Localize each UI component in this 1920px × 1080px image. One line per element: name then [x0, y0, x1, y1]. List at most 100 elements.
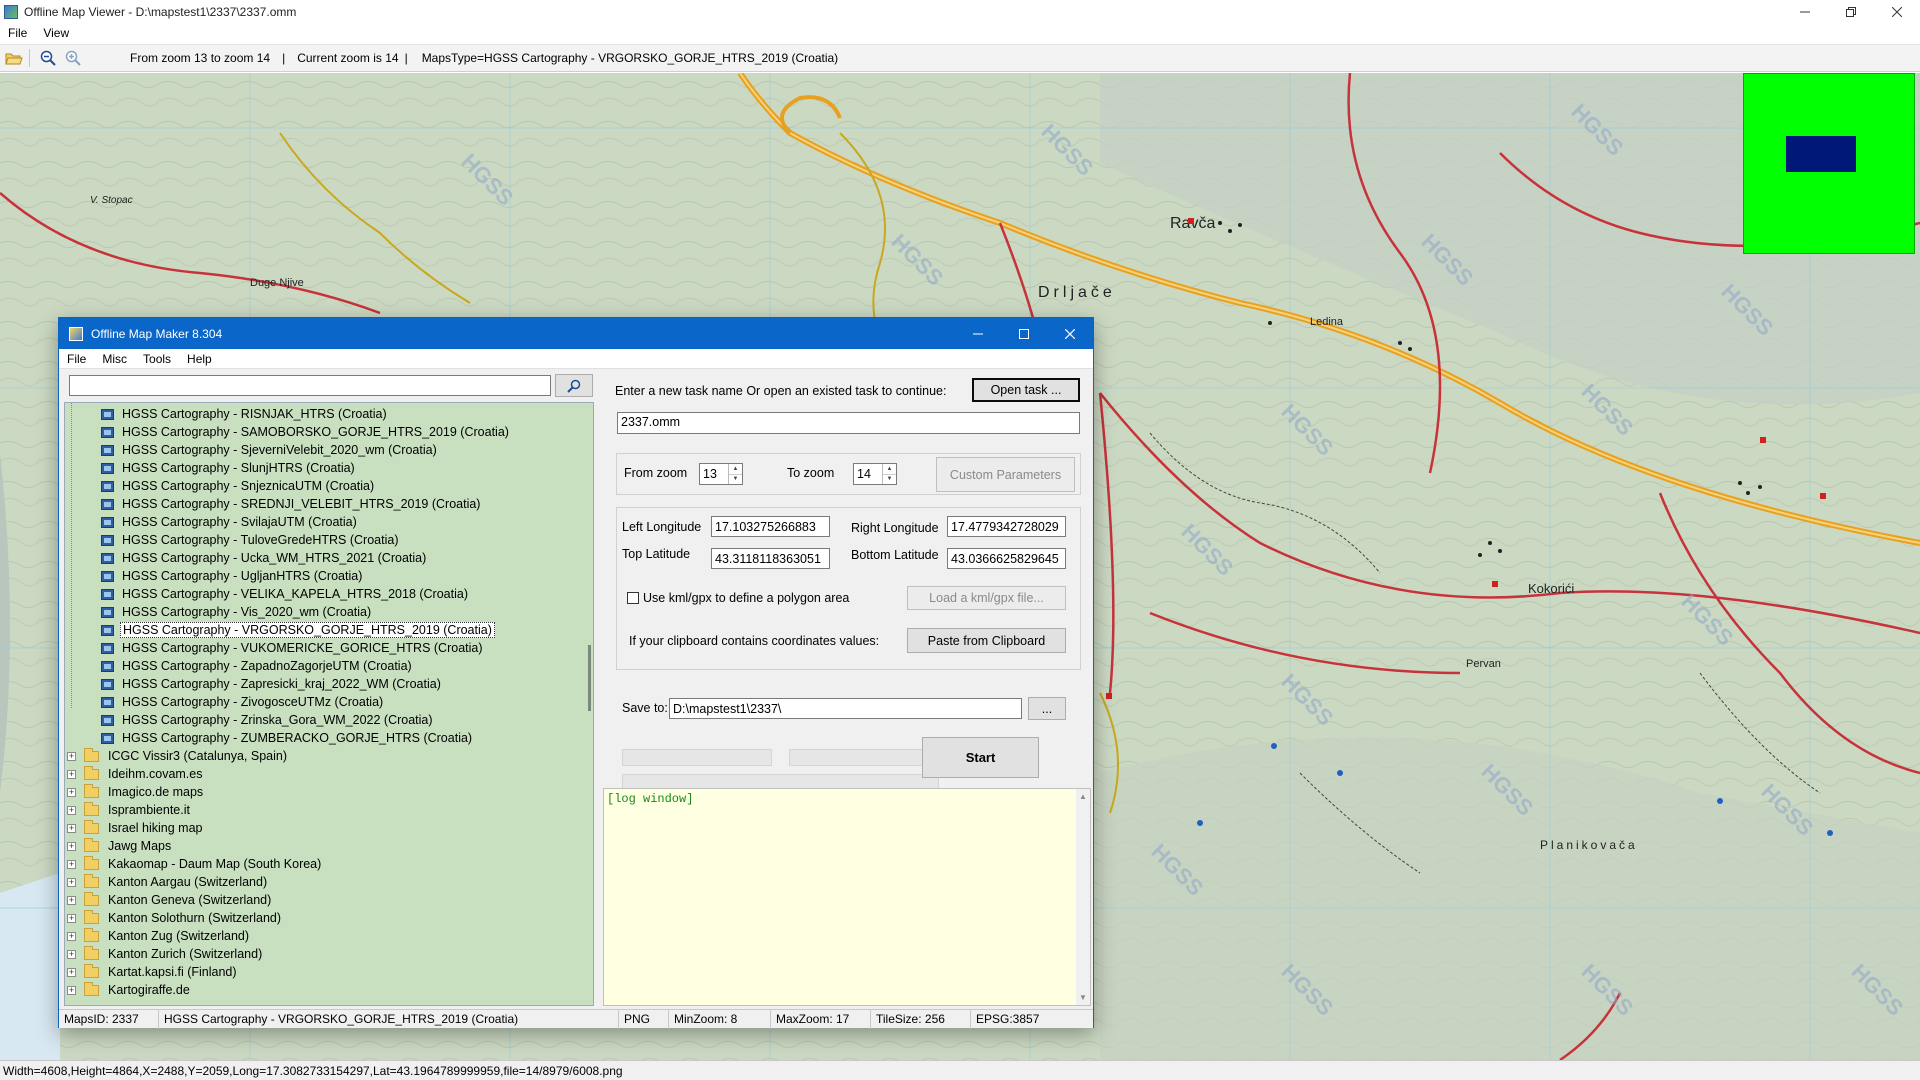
from-zoom-value[interactable]: 13 — [700, 464, 728, 484]
map-layer-icon — [101, 678, 114, 690]
menu-help[interactable]: Help — [179, 352, 220, 366]
expand-icon[interactable]: + — [67, 913, 76, 923]
to-zoom-stepper[interactable]: 14 ▲ ▼ — [853, 463, 897, 485]
menu-file[interactable]: File — [0, 26, 35, 40]
tree-item-map[interactable]: HGSS Cartography - VRGORSKO_GORJE_HTRS_2… — [101, 621, 495, 639]
tree-scrollbar[interactable] — [581, 403, 593, 1005]
spin-up-icon[interactable]: ▲ — [883, 464, 896, 474]
minimap-viewport[interactable] — [1786, 136, 1856, 172]
tree-item-map[interactable]: HGSS Cartography - TuloveGredeHTRS (Croa… — [101, 531, 400, 549]
folder-open-icon[interactable] — [3, 47, 25, 69]
overview-minimap[interactable] — [1743, 73, 1915, 254]
tree-item-map[interactable]: HGSS Cartography - Zrinska_Gora_WM_2022 … — [101, 711, 435, 729]
expand-icon[interactable]: + — [67, 769, 76, 779]
scroll-up-icon[interactable]: ▲ — [1079, 792, 1087, 801]
from-zoom-stepper[interactable]: 13 ▲ ▼ — [699, 463, 743, 485]
search-input[interactable] — [69, 375, 551, 396]
tree-item-map[interactable]: HGSS Cartography - ZapadnoZagorjeUTM (Cr… — [101, 657, 414, 675]
map-source-tree[interactable]: HGSS Cartography - RISNJAK_HTRS (Croatia… — [64, 402, 594, 1006]
open-task-button[interactable]: Open task ... — [972, 378, 1080, 402]
tree-item-map[interactable]: HGSS Cartography - UgljanHTRS (Croatia) — [101, 567, 364, 585]
tree-item-map[interactable]: HGSS Cartography - SAMOBORSKO_GORJE_HTRS… — [101, 423, 511, 441]
menu-tools[interactable]: Tools — [135, 352, 179, 366]
expand-icon[interactable]: + — [67, 967, 76, 977]
tree-item-folder[interactable]: + Kakaomap - Daum Map (South Korea) — [67, 855, 323, 873]
tree-item-map[interactable]: HGSS Cartography - SnjeznicaUTM (Croatia… — [101, 477, 376, 495]
tree-item-map[interactable]: HGSS Cartography - ZUMBERACKO_GORJE_HTRS… — [101, 729, 474, 747]
left-longitude-input[interactable]: 17.103275266883 — [711, 516, 830, 537]
browse-button[interactable]: ... — [1028, 697, 1066, 720]
expand-icon[interactable]: + — [67, 985, 76, 995]
scroll-down-icon[interactable]: ▼ — [1079, 993, 1087, 1002]
tree-item-folder[interactable]: + Israel hiking map — [67, 819, 205, 837]
top-latitude-input[interactable]: 43.3118118363051 — [711, 548, 830, 569]
expand-icon[interactable]: + — [67, 877, 76, 887]
dialog-titlebar[interactable]: Offline Map Maker 8.304 — [59, 318, 1093, 349]
expand-icon[interactable]: + — [67, 823, 76, 833]
right-longitude-input[interactable]: 17.4779342728029 — [947, 516, 1066, 537]
tree-item-map[interactable]: HGSS Cartography - Vis_2020_wm (Croatia) — [101, 603, 373, 621]
tree-item-label: Kanton Zug (Switzerland) — [108, 929, 250, 943]
tree-item-folder[interactable]: + Ideihm.covam.es — [67, 765, 204, 783]
zoom-in-icon[interactable] — [62, 47, 84, 69]
expand-icon[interactable]: + — [67, 841, 76, 851]
minimize-icon[interactable] — [1782, 0, 1828, 23]
spin-up-icon[interactable]: ▲ — [729, 464, 742, 474]
close-icon[interactable] — [1047, 318, 1093, 349]
tree-item-folder[interactable]: + Jawg Maps — [67, 837, 173, 855]
expand-icon[interactable]: + — [67, 859, 76, 869]
folder-icon — [84, 945, 99, 960]
tree-item-map[interactable]: HGSS Cartography - Ucka_WM_HTRS_2021 (Cr… — [101, 549, 428, 567]
tree-item-map[interactable]: HGSS Cartography - Zapresicki_kraj_2022_… — [101, 675, 443, 693]
spin-down-icon[interactable]: ▼ — [883, 473, 896, 485]
tree-item-map[interactable]: HGSS Cartography - RISNJAK_HTRS (Croatia… — [101, 405, 389, 423]
expand-icon[interactable]: + — [67, 805, 76, 815]
bottom-latitude-input[interactable]: 43.0366625829645 — [947, 548, 1066, 569]
kml-polygon-checkbox[interactable] — [627, 592, 639, 604]
spin-down-icon[interactable]: ▼ — [729, 473, 742, 485]
tree-item-label: HGSS Cartography - Vis_2020_wm (Croatia) — [122, 605, 372, 619]
tree-item-folder[interactable]: + Kanton Solothurn (Switzerland) — [67, 909, 283, 927]
load-kml-button[interactable]: Load a kml/gpx file... — [907, 586, 1066, 610]
scrollbar-thumb[interactable] — [588, 645, 591, 711]
tree-item-folder[interactable]: + Kanton Geneva (Switzerland) — [67, 891, 273, 909]
save-path-input[interactable]: D:\mapstest1\2337\ — [669, 698, 1022, 719]
tree-item-map[interactable]: HGSS Cartography - VUKOMERICKE_GORICE_HT… — [101, 639, 485, 657]
tree-item-folder[interactable]: + Kartogiraffe.de — [67, 981, 192, 999]
tree-item-folder[interactable]: + Kartat.kapsi.fi (Finland) — [67, 963, 239, 981]
expand-icon[interactable]: + — [67, 895, 76, 905]
task-name-input[interactable]: 2337.omm — [617, 412, 1080, 434]
tree-item-folder[interactable]: + Kanton Zug (Switzerland) — [67, 927, 251, 945]
expand-icon[interactable]: + — [67, 787, 76, 797]
custom-parameters-button[interactable]: Custom Parameters — [936, 457, 1075, 492]
tree-item-map[interactable]: HGSS Cartography - SREDNJI_VELEBIT_HTRS_… — [101, 495, 482, 513]
start-button[interactable]: Start — [922, 737, 1039, 778]
tree-item-folder[interactable]: + ICGC Vissir3 (Catalunya, Spain) — [67, 747, 289, 765]
search-button[interactable] — [555, 374, 593, 397]
restore-icon[interactable] — [1828, 0, 1874, 23]
tree-item-folder[interactable]: + Kanton Aargau (Switzerland) — [67, 873, 269, 891]
menu-view[interactable]: View — [35, 26, 77, 40]
minimize-icon[interactable] — [955, 318, 1001, 349]
log-scrollbar[interactable]: ▲ ▼ — [1076, 789, 1090, 1005]
tree-item-folder[interactable]: + Kanton Zurich (Switzerland) — [67, 945, 264, 963]
log-window[interactable]: [log window] ▲ ▼ — [603, 788, 1091, 1006]
tree-item-map[interactable]: HGSS Cartography - SlunjHTRS (Croatia) — [101, 459, 357, 477]
left-longitude-label: Left Longitude — [622, 520, 702, 534]
tree-item-folder[interactable]: + Isprambiente.it — [67, 801, 192, 819]
maximize-icon[interactable] — [1001, 318, 1047, 349]
close-icon[interactable] — [1874, 0, 1920, 23]
to-zoom-value[interactable]: 14 — [854, 464, 882, 484]
expand-icon[interactable]: + — [67, 751, 76, 761]
expand-icon[interactable]: + — [67, 931, 76, 941]
menu-misc[interactable]: Misc — [94, 352, 135, 366]
paste-clipboard-button[interactable]: Paste from Clipboard — [907, 628, 1066, 653]
tree-item-map[interactable]: HGSS Cartography - ZivogosceUTMz (Croati… — [101, 693, 385, 711]
zoom-out-icon[interactable] — [37, 47, 59, 69]
tree-item-folder[interactable]: + Imagico.de maps — [67, 783, 205, 801]
menu-file[interactable]: File — [59, 352, 94, 366]
tree-item-map[interactable]: HGSS Cartography - VELIKA_KAPELA_HTRS_20… — [101, 585, 470, 603]
expand-icon[interactable]: + — [67, 949, 76, 959]
tree-item-map[interactable]: HGSS Cartography - SvilajaUTM (Croatia) — [101, 513, 359, 531]
tree-item-map[interactable]: HGSS Cartography - SjeverniVelebit_2020_… — [101, 441, 439, 459]
